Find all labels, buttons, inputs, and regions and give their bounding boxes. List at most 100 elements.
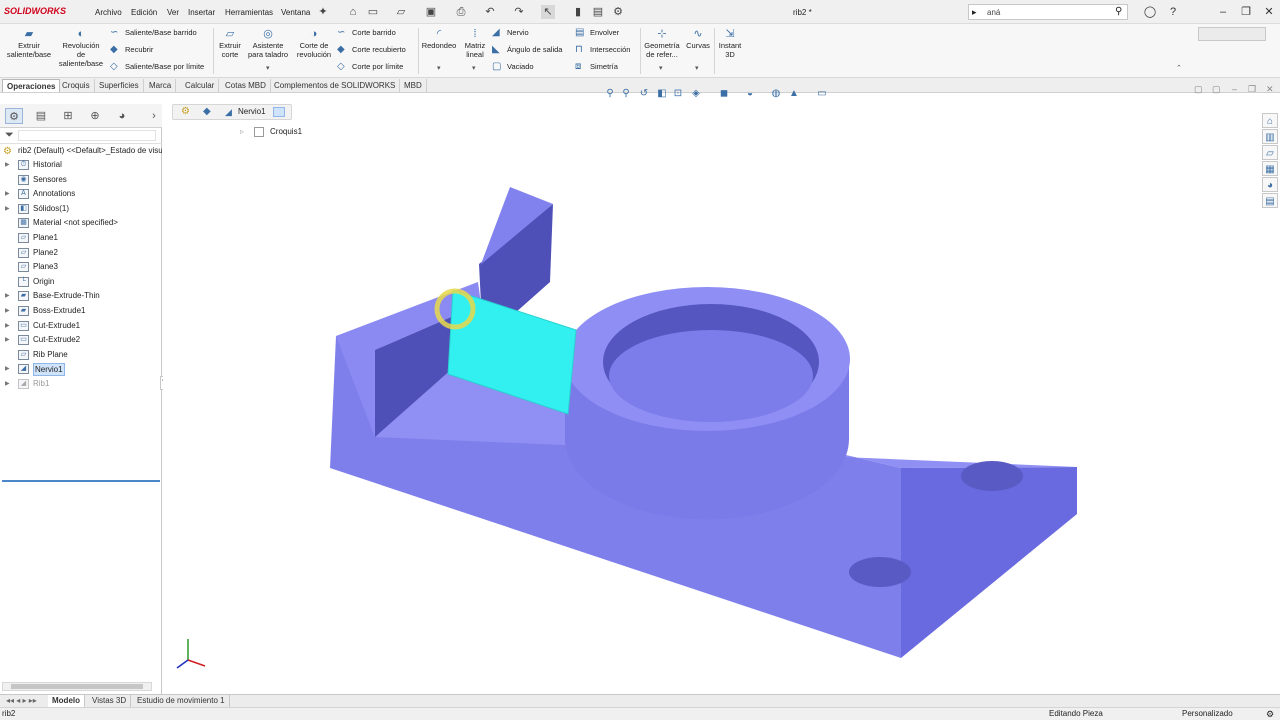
zoom-to-fit-icon[interactable]: ⚲	[604, 88, 616, 100]
redo-icon[interactable]: ↷	[512, 5, 526, 19]
restore-icon[interactable]: ❐	[1239, 5, 1253, 19]
tree-root[interactable]: ⚙ rib2 (Default) <<Default>_Estado de vi…	[0, 144, 162, 158]
extruded-cut-button[interactable]: ▱ Extruir corte	[216, 28, 244, 59]
dynamic-annotation-icon[interactable]: ⊡	[672, 88, 684, 100]
scrollbar-thumb[interactable]	[11, 684, 143, 689]
expand-arrow-icon[interactable]: ▶	[5, 304, 11, 318]
expand-arrow-icon[interactable]: ▶	[5, 158, 11, 172]
traffic-light-icon[interactable]: ▮	[571, 5, 585, 19]
tree-item[interactable]: ▶ ◢ Rib1	[0, 377, 162, 391]
tab-complementos[interactable]: Complementos de SOLIDWORKS	[270, 79, 401, 92]
design-library-icon[interactable]: ▥	[1262, 129, 1278, 144]
hole-wizard-button[interactable]: ◎ Asistente para taladro	[247, 28, 289, 59]
tree-item[interactable]: ▶ A Annotations	[0, 187, 162, 201]
tree-item[interactable]: ▶ ▰ Base-Extrude-Thin	[0, 289, 162, 303]
tree-item[interactable]: ◉ Sensores	[0, 173, 162, 187]
expand-arrow-icon[interactable]: ▶	[5, 377, 11, 391]
viewport-maximize-icon[interactable]: ❐	[1248, 84, 1256, 95]
viewport-minimize-icon[interactable]: –	[1232, 84, 1237, 94]
expand-arrow-icon[interactable]: ▶	[5, 187, 11, 201]
mirror-button[interactable]: ⧈ Simetría	[575, 61, 618, 73]
collapse-ribbon-icon[interactable]: ⌃	[1176, 64, 1182, 72]
print-icon[interactable]: ⎙	[454, 5, 468, 19]
fillet-dropdown-icon[interactable]: ▾	[437, 64, 441, 72]
save-icon[interactable]: ▣	[424, 5, 438, 19]
filter-input[interactable]	[18, 130, 156, 141]
user-icon[interactable]: ◯	[1143, 5, 1157, 19]
draft-button[interactable]: ◣ Ángulo de salida	[492, 44, 562, 56]
boundary-cut-button[interactable]: ◇ Corte por límite	[337, 61, 403, 73]
tree-item[interactable]: ▦ Material <not specified>	[0, 216, 162, 230]
zoom-area-icon[interactable]: ⚲	[620, 88, 632, 100]
menu-archivo[interactable]: Archivo	[95, 8, 122, 17]
tree-item[interactable]: ▱ Plane1	[0, 231, 162, 245]
configuration-dropdown[interactable]	[1198, 27, 1266, 41]
tree-item[interactable]: ▶ ◧ Sólidos(1)	[0, 202, 162, 216]
expand-arrow-icon[interactable]: ▶	[5, 289, 11, 303]
breadcrumb-part-icon[interactable]: ⚙	[181, 105, 190, 119]
menu-ver[interactable]: Ver	[167, 8, 179, 17]
file-properties-icon[interactable]: ▤	[591, 5, 605, 19]
curves-dropdown-icon[interactable]: ▾	[695, 64, 699, 72]
viewport-close-icon[interactable]: ✕	[1266, 84, 1274, 95]
viewport-restore-icon[interactable]: ▢	[1194, 84, 1203, 95]
breadcrumb-rib-icon[interactable]: ◢	[225, 105, 232, 119]
apply-scene-icon[interactable]: ▲	[788, 88, 800, 100]
tree-item[interactable]: ▱ Plane2	[0, 246, 162, 260]
expand-arrow-icon[interactable]: ▶	[5, 362, 11, 376]
appearances-icon[interactable]: ◕	[1262, 177, 1278, 192]
property-manager-tab-icon[interactable]: ▤	[32, 108, 50, 124]
new-document-icon[interactable]: ▭	[366, 5, 380, 19]
menu-edicion[interactable]: Edición	[131, 8, 157, 17]
filter-icon[interactable]: ⏷	[5, 129, 14, 142]
hide-show-items-icon[interactable]: ◒	[744, 88, 756, 100]
menu-herramientas[interactable]: Herramientas	[225, 8, 273, 17]
graphics-area[interactable]	[163, 94, 1260, 694]
tab-estudio-movimiento[interactable]: Estudio de movimiento 1	[133, 695, 230, 707]
solidworks-resources-icon[interactable]: ⌂	[1262, 113, 1278, 128]
close-icon[interactable]: ✕	[1262, 5, 1276, 19]
tab-cotas-mbd[interactable]: Cotas MBD	[221, 79, 271, 92]
revolved-boss-button[interactable]: ◐ Revolución de saliente/base	[58, 28, 104, 68]
tab-mbd[interactable]: MBD	[400, 79, 427, 92]
boundary-boss-button[interactable]: ◇ Saliente/Base por límite	[110, 61, 204, 73]
options-gear-icon[interactable]: ⚙	[611, 5, 625, 19]
dimxpert-tab-icon[interactable]: ⊕	[86, 108, 104, 124]
tree-item[interactable]: ▱ Rib Plane	[0, 348, 162, 362]
rib-button[interactable]: ◢ Nervio	[492, 27, 529, 39]
tree-item[interactable]: ▶ ▭ Cut-Extrude1	[0, 319, 162, 333]
file-explorer-icon[interactable]: ▱	[1262, 145, 1278, 160]
viewport-tile-icon[interactable]: ▢	[1212, 84, 1221, 95]
configuration-manager-tab-icon[interactable]: ⊞	[59, 108, 77, 124]
status-units[interactable]: Personalizado	[1182, 708, 1233, 720]
expand-arrow-icon[interactable]: ▶	[5, 333, 11, 347]
minimize-icon[interactable]: –	[1216, 5, 1230, 19]
select-icon[interactable]: ↖	[541, 5, 555, 19]
tree-item[interactable]: ▶ ▰ Boss-Extrude1	[0, 304, 162, 318]
tab-operaciones[interactable]: Operaciones	[2, 79, 61, 92]
breadcrumb-sketch-icon[interactable]	[273, 107, 285, 117]
revolved-cut-button[interactable]: ◑ Corte de revolución	[294, 28, 334, 59]
reference-geometry-dropdown-icon[interactable]: ▾	[659, 64, 663, 72]
expand-arrow-icon[interactable]: ▶	[5, 319, 11, 333]
magnifier-icon[interactable]: ⚲	[1115, 6, 1122, 17]
tree-item[interactable]: └ Origin	[0, 275, 162, 289]
lofted-cut-button[interactable]: ◆ Corte recubierto	[337, 44, 406, 56]
feature-tree-tab-icon[interactable]: ⚙	[5, 108, 23, 124]
help-icon[interactable]: ?	[1166, 5, 1180, 19]
menu-insertar[interactable]: Insertar	[188, 8, 215, 17]
tab-modelo[interactable]: Modelo	[48, 695, 85, 707]
search-input[interactable]: ▸ aná ⚲	[968, 4, 1128, 20]
expand-arrow-icon[interactable]: ▶	[5, 202, 11, 216]
tab-vistas-3d[interactable]: Vistas 3D	[88, 695, 132, 707]
pattern-dropdown-icon[interactable]: ▾	[472, 64, 476, 72]
home-icon[interactable]: ⌂	[346, 5, 360, 19]
shell-button[interactable]: ▢ Vaciado	[492, 61, 534, 73]
section-view-icon[interactable]: ◧	[656, 88, 668, 100]
custom-properties-icon[interactable]: ▤	[1262, 193, 1278, 208]
more-tabs-chevron-icon[interactable]: ›	[145, 108, 163, 124]
status-tools-icon[interactable]: ⚙	[1266, 708, 1274, 720]
tab-marca[interactable]: Marca	[145, 79, 177, 92]
hole-wizard-dropdown-icon[interactable]: ▾	[266, 64, 270, 72]
tree-horizontal-scrollbar[interactable]	[2, 682, 152, 691]
